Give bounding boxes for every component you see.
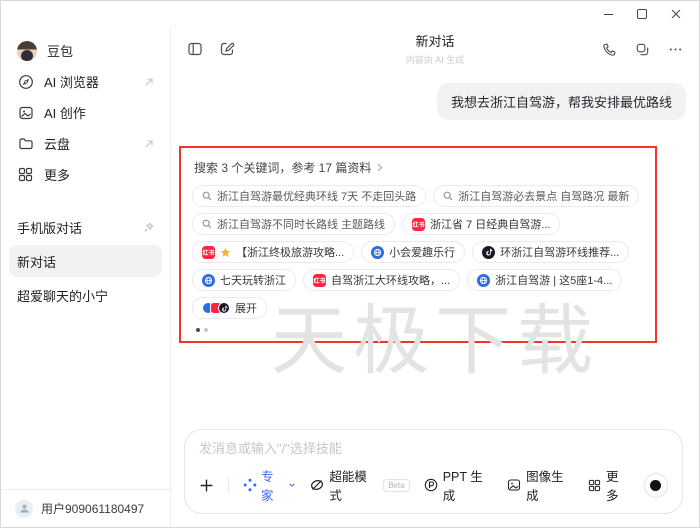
maximize-button[interactable] bbox=[625, 3, 659, 25]
expert-icon bbox=[243, 478, 257, 492]
conversation-label: 超爱聊天的小宁 bbox=[17, 286, 108, 305]
pin-icon bbox=[143, 222, 154, 233]
voice-record-button[interactable] bbox=[644, 473, 668, 498]
ppt-icon bbox=[424, 478, 438, 492]
ppt-generate-button[interactable]: PPT 生成 bbox=[424, 466, 493, 504]
sidebar-section-mobile-chats[interactable]: 手机版对话 bbox=[1, 212, 170, 243]
chevron-down-icon bbox=[288, 481, 296, 489]
globe-icon bbox=[202, 274, 215, 287]
expert-mode-button[interactable]: 专家 bbox=[243, 466, 296, 504]
sidebar-item-label: 云盘 bbox=[44, 134, 134, 153]
super-mode-button[interactable]: 超能模式 Beta bbox=[310, 466, 409, 504]
source-chip[interactable]: 红书 浙江省 7 日经典自驾游... bbox=[402, 213, 560, 235]
doubao-avatar bbox=[17, 41, 37, 61]
star-icon bbox=[220, 247, 231, 258]
sidebar-item-label: 豆包 bbox=[47, 41, 154, 60]
sidebar-item-doubao[interactable]: 豆包 bbox=[1, 35, 170, 66]
dot-active bbox=[196, 328, 200, 332]
more-tools-button[interactable]: 更多 bbox=[588, 466, 630, 504]
dot-inactive bbox=[204, 328, 208, 332]
grid-icon bbox=[17, 166, 34, 183]
conversation-new-chat[interactable]: 新对话 bbox=[9, 245, 162, 277]
folder-icon bbox=[17, 135, 34, 152]
keyword-chip[interactable]: 浙江自驾游不同时长路线 主题路线 bbox=[192, 213, 395, 235]
search-icon bbox=[443, 191, 453, 201]
record-icon bbox=[650, 480, 661, 491]
search-chips: 浙江自驾游最优经典环线 7天 不走回头路 浙江自驾游必去景点 自驾路况 最新 浙… bbox=[192, 185, 644, 319]
sidebar-item-label: 更多 bbox=[44, 165, 154, 184]
source-chip[interactable]: 浙江自驾游 | 这5座1-4... bbox=[467, 269, 622, 291]
keyword-chip[interactable]: 浙江自驾游必去景点 自驾路况 最新 bbox=[433, 185, 639, 207]
expand-chip[interactable]: 展开 bbox=[192, 297, 267, 319]
user-account[interactable]: 用户909061180497 bbox=[1, 489, 170, 527]
minimize-button[interactable] bbox=[591, 3, 625, 25]
external-link-icon bbox=[144, 139, 154, 149]
divider bbox=[228, 478, 229, 493]
source-chip[interactable]: 七天玩转浙江 bbox=[192, 269, 296, 291]
share-icon[interactable] bbox=[635, 42, 650, 57]
external-link-icon bbox=[144, 77, 154, 87]
sidebar: 豆包 AI 浏览器 AI 创作 云盘 bbox=[1, 27, 171, 527]
source-chip[interactable]: 环浙江自驾游环线推荐... bbox=[472, 241, 629, 263]
super-mode-icon bbox=[310, 478, 324, 492]
user-message-bubble: 我想去浙江自驾游，帮我安排最优路线 bbox=[437, 83, 686, 120]
message-input[interactable] bbox=[199, 441, 668, 456]
compass-icon bbox=[17, 73, 34, 90]
conversation-label: 新对话 bbox=[17, 252, 56, 271]
sidebar-item-cloud-drive[interactable]: 云盘 bbox=[1, 128, 170, 159]
search-summary-text: 搜索 3 个关键词，参考 17 篇资料 bbox=[194, 159, 371, 176]
attach-button[interactable] bbox=[199, 478, 214, 493]
conversation-xiaoning[interactable]: 超爱聊天的小宁 bbox=[9, 279, 162, 311]
douyin-icon bbox=[482, 246, 495, 259]
sidebar-toggle-icon[interactable] bbox=[187, 41, 203, 57]
search-results-panel: 搜索 3 个关键词，参考 17 篇资料 浙江自驾游最优经典环线 7天 不走回头路 bbox=[179, 146, 657, 343]
search-icon bbox=[202, 191, 212, 201]
source-icons-stack bbox=[202, 302, 230, 314]
chevron-right-icon bbox=[375, 163, 384, 172]
username: 用户909061180497 bbox=[41, 500, 144, 517]
app-window: 豆包 AI 浏览器 AI 创作 云盘 bbox=[0, 0, 700, 528]
chat-main: 新对话 内容由 AI 生成 我想去浙江自驾游，帮 bbox=[171, 27, 699, 527]
image-icon bbox=[507, 478, 521, 492]
search-summary[interactable]: 搜索 3 个关键词，参考 17 篇资料 bbox=[194, 159, 644, 176]
pagination-dots[interactable] bbox=[196, 328, 644, 332]
beta-badge: Beta bbox=[383, 479, 409, 492]
globe-icon bbox=[371, 246, 384, 259]
composer: 专家 超能模式 Beta PPT 生成 图像生成 bbox=[184, 429, 683, 514]
chat-header: 新对话 内容由 AI 生成 bbox=[171, 27, 699, 71]
sidebar-item-ai-browser[interactable]: AI 浏览器 bbox=[1, 66, 170, 97]
keyword-chip[interactable]: 浙江自驾游最优经典环线 7天 不走回头路 bbox=[192, 185, 426, 207]
close-button[interactable] bbox=[659, 3, 693, 25]
source-chip[interactable]: 小会爱趣乐行 bbox=[361, 241, 465, 263]
sidebar-item-label: AI 浏览器 bbox=[44, 72, 134, 91]
image-icon bbox=[17, 104, 34, 121]
plus-icon bbox=[199, 478, 214, 493]
user-icon bbox=[15, 500, 33, 518]
douyin-icon bbox=[218, 302, 230, 314]
globe-icon bbox=[477, 274, 490, 287]
xiaohongshu-icon: 红书 bbox=[412, 218, 425, 231]
sidebar-item-ai-creation[interactable]: AI 创作 bbox=[1, 97, 170, 128]
grid-icon bbox=[588, 479, 601, 492]
xiaohongshu-icon: 红书 bbox=[313, 274, 326, 287]
titlebar bbox=[1, 1, 699, 27]
new-chat-icon[interactable] bbox=[219, 41, 235, 57]
sidebar-item-label: AI 创作 bbox=[44, 103, 154, 122]
chat-body: 我想去浙江自驾游，帮我安排最优路线 搜索 3 个关键词，参考 17 篇资料 浙江… bbox=[171, 71, 699, 429]
xiaohongshu-icon: 红书 bbox=[202, 246, 215, 259]
source-chip[interactable]: 红书 自驾浙江大环线攻略，... bbox=[303, 269, 460, 291]
sidebar-item-more[interactable]: 更多 bbox=[1, 159, 170, 190]
phone-icon[interactable] bbox=[602, 42, 617, 57]
section-title: 手机版对话 bbox=[17, 218, 133, 237]
search-icon bbox=[202, 219, 212, 229]
source-chip[interactable]: 红书 【浙江终极旅游攻略... bbox=[192, 241, 354, 263]
image-generate-button[interactable]: 图像生成 bbox=[507, 466, 574, 504]
more-icon[interactable] bbox=[668, 42, 683, 57]
